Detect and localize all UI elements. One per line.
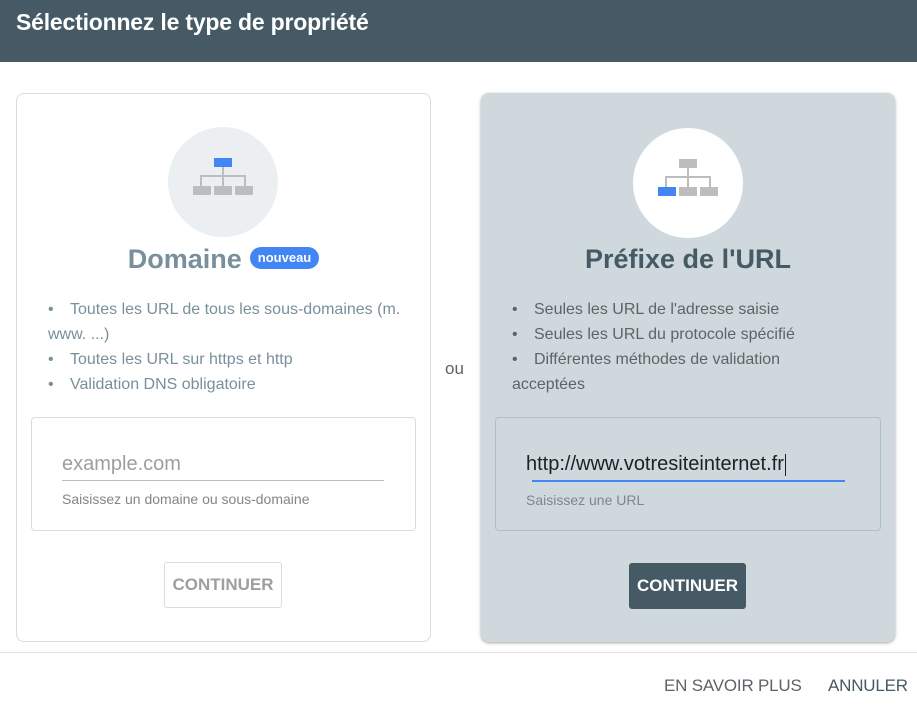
url-input-hint: Saisissez une URL	[526, 492, 645, 508]
list-item: Seules les URL de l'adresse saisie	[512, 297, 852, 322]
domain-feature-list: Toutes les URL de tous les sous-domaines…	[48, 297, 408, 397]
text-cursor	[784, 453, 786, 476]
domain-title: Domaine	[127, 244, 242, 274]
url-input-box: http://www.votresiteinternet.fr Saisisse…	[495, 417, 881, 531]
dialog-title: Sélectionnez le type de propriété	[16, 9, 369, 35]
list-item: Seules les URL du protocole spécifié	[512, 322, 852, 347]
url-input-value: http://www.votresiteinternet.fr	[526, 453, 784, 475]
domain-input[interactable]: example.com	[62, 448, 384, 480]
url-field[interactable]: http://www.votresiteinternet.fr Saisisse…	[526, 448, 848, 508]
list-item: Toutes les URL de tous les sous-domaines…	[48, 297, 408, 347]
domain-continue-button[interactable]: CONTINUER	[164, 562, 282, 608]
dialog-header: Sélectionnez le type de propriété	[0, 0, 917, 62]
url-prefix-property-card[interactable]: Préfixe de l'URL Seules les URL de l'adr…	[481, 93, 895, 642]
footer-divider	[0, 652, 917, 653]
url-input-underline	[532, 480, 845, 482]
domain-title-row: Domaine nouveau	[17, 244, 430, 275]
cancel-button[interactable]: ANNULER	[828, 676, 908, 696]
learn-more-button[interactable]: EN SAVOIR PLUS	[664, 676, 802, 696]
list-item: Validation DNS obligatoire	[48, 372, 408, 397]
url-prefix-title-row: Préfixe de l'URL	[481, 244, 895, 275]
list-item: Différentes méthodes de validation accep…	[512, 347, 852, 397]
url-continue-button[interactable]: CONTINUER	[629, 563, 746, 609]
sitemap-top-highlight-icon	[168, 127, 278, 237]
domain-field[interactable]: example.com Saisissez un domaine ou sous…	[62, 448, 384, 507]
url-input[interactable]: http://www.votresiteinternet.fr	[526, 448, 848, 480]
domain-input-box: example.com Saisissez un domaine ou sous…	[31, 417, 416, 531]
url-prefix-title: Préfixe de l'URL	[585, 244, 791, 274]
new-badge: nouveau	[249, 246, 320, 269]
url-prefix-feature-list: Seules les URL de l'adresse saisie Seule…	[512, 297, 852, 397]
sitemap-leaf-highlight-icon	[633, 128, 743, 238]
domain-property-card[interactable]: Domaine nouveau Toutes les URL de tous le…	[16, 93, 431, 642]
list-item: Toutes les URL sur https et http	[48, 347, 408, 372]
or-separator: ou	[445, 359, 464, 378]
domain-input-hint: Saisissez un domaine ou sous-domaine	[62, 491, 310, 507]
domain-input-underline	[62, 480, 384, 481]
